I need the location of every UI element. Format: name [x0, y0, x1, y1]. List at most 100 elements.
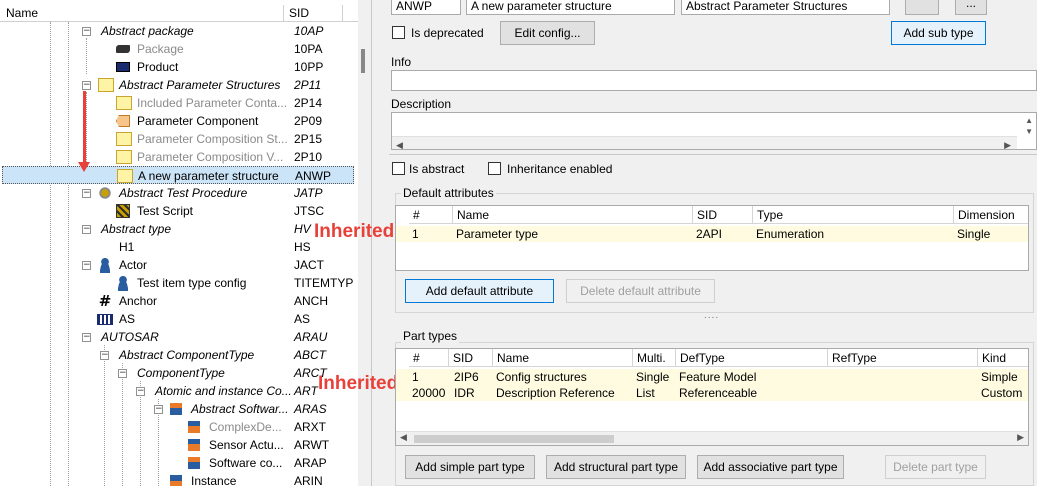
type-tree[interactable]: Name SID − Abstract package 10AP Package…	[0, 0, 372, 486]
tree-row-sid: 2P10	[294, 150, 323, 164]
tree-row[interactable]: # Anchor ANCH	[0, 292, 356, 310]
tree-row[interactable]: − Actor JACT	[0, 256, 356, 274]
add-associative-part-type-button[interactable]: Add associative part type	[697, 455, 844, 479]
tree-header-name[interactable]: Name	[6, 6, 38, 20]
is-deprecated-checkbox[interactable]	[392, 26, 405, 39]
tree-scrollbar-thumb[interactable]	[361, 49, 365, 73]
column-header[interactable]: DefType	[676, 349, 828, 367]
annotation-inherited-attributes: Inherited	[314, 221, 395, 242]
tree-row[interactable]: − Abstract ComponentType ABCT	[0, 346, 356, 364]
delete-default-attribute-button[interactable]: Delete default attribute	[566, 279, 715, 303]
tree-row[interactable]: Test item type config TITEMTYP	[0, 274, 356, 292]
software-component-icon	[188, 439, 200, 451]
column-header[interactable]: Dimension	[954, 206, 1028, 224]
tree-row-label: Actor	[119, 258, 148, 272]
scroll-right-icon[interactable]: ▶	[1004, 137, 1011, 149]
column-header[interactable]: Kind	[978, 349, 1028, 367]
tree-row[interactable]: Parameter Composition V... 2P10	[0, 148, 356, 166]
clear-parent-button[interactable]	[905, 0, 939, 15]
cell-sid: IDR	[454, 386, 475, 400]
tree-row-label: Parameter Composition St...	[137, 132, 288, 146]
scroll-right-icon[interactable]: ▶	[1017, 432, 1024, 443]
info-field[interactable]	[391, 70, 1037, 91]
default-attributes-grid[interactable]: # Name SID Type Dimension 1 Parameter ty…	[395, 205, 1029, 271]
is-abstract-checkbox[interactable]	[392, 162, 405, 175]
sid-field[interactable]: ANWP	[391, 0, 461, 15]
column-header[interactable]: SID	[693, 206, 753, 224]
parent-type-field[interactable]: Abstract Parameter Structures	[681, 0, 890, 15]
tree-row-label: Included Parameter Conta...	[137, 96, 288, 110]
tree-row[interactable]: Software co... ARAP	[0, 454, 356, 472]
tree-row[interactable]: AS AS	[0, 310, 356, 328]
column-header[interactable]: SID	[449, 349, 493, 367]
tree-row[interactable]: ComplexDe... ARXT	[0, 418, 356, 436]
part-types-grid[interactable]: # SID Name Multi. DefType RefType Kind 1…	[395, 348, 1029, 446]
inheritance-enabled-checkbox[interactable]	[488, 162, 501, 175]
tree-row[interactable]: Package 10PA	[0, 40, 356, 58]
delete-part-type-button[interactable]: Delete part type	[885, 455, 986, 479]
tree-row[interactable]: − ComponentType ARCT	[0, 364, 356, 382]
tree-row[interactable]: Product 10PP	[0, 58, 356, 76]
add-sub-type-button[interactable]: Add sub type	[891, 21, 986, 45]
description-label: Description	[391, 97, 452, 111]
scroll-down-icon[interactable]: ▼	[1025, 124, 1033, 140]
tree-row[interactable]: − Atomic and instance Co... ART	[0, 382, 356, 400]
tree-scrollbar[interactable]	[358, 0, 371, 486]
name-field[interactable]: A new parameter structure	[466, 0, 675, 15]
annotation-arrowhead	[78, 162, 90, 172]
tree-row[interactable]: − Abstract package 10AP	[0, 22, 356, 40]
gear-icon	[98, 186, 112, 200]
tree-row-selected[interactable]: A new parameter structure ANWP	[2, 166, 354, 184]
browse-parent-button[interactable]: ...	[955, 0, 987, 15]
tree-row-label: Sensor Actu...	[209, 438, 284, 452]
cell-num: 1	[412, 227, 419, 241]
column-header[interactable]: #	[409, 349, 449, 367]
column-header[interactable]: RefType	[828, 349, 978, 367]
table-row[interactable]: 1 2IP6 Config structures Single Feature …	[396, 369, 1028, 385]
column-header[interactable]: Multi.	[633, 349, 676, 367]
is-abstract-label: Is abstract	[409, 162, 465, 176]
inheritance-enabled-label: Inheritance enabled	[507, 162, 613, 176]
tree-row-sid: HS	[294, 240, 311, 254]
column-header[interactable]: Type	[753, 206, 954, 224]
tree-row-sid: HV	[294, 222, 311, 236]
scrollbar-thumb[interactable]	[414, 435, 614, 443]
tree-row-sid: JACT	[294, 258, 324, 272]
part-types-hscrollbar[interactable]: ◀ ▶	[396, 431, 1028, 445]
tree-row[interactable]: Parameter Component 2P09	[0, 112, 356, 130]
tree-row-label: Parameter Composition V...	[137, 150, 284, 164]
tree-row[interactable]: − Abstract Parameter Structures 2P11	[0, 76, 356, 94]
tree-row[interactable]: − Abstract Softwar... ARAS	[0, 400, 356, 418]
tree-row[interactable]: Parameter Composition St... 2P15	[0, 130, 356, 148]
table-row[interactable]: 1 Parameter type 2API Enumeration Single	[396, 226, 1028, 242]
tree-row-sid: ARAU	[294, 330, 328, 344]
software-component-icon	[188, 457, 200, 469]
folder-icon	[98, 78, 114, 92]
tree-row[interactable]: Included Parameter Conta... 2P14	[0, 94, 356, 112]
tree-row[interactable]: Test Script JTSC	[0, 202, 356, 220]
edit-config-button[interactable]: Edit config...	[500, 21, 595, 45]
scroll-left-icon[interactable]: ◀	[396, 137, 403, 149]
tree-row[interactable]: − Abstract Test Procedure JATP	[0, 184, 356, 202]
tree-row-label: Anchor	[119, 294, 158, 308]
description-field[interactable]: ◀ ▶ ▲ ▼	[391, 112, 1037, 150]
tree-row[interactable]: − Abstract type HV	[0, 220, 356, 238]
tree-row[interactable]: − AUTOSAR ARAU	[0, 328, 356, 346]
add-default-attribute-button[interactable]: Add default attribute	[405, 279, 554, 303]
tree-row[interactable]: H1 HS	[0, 238, 356, 256]
add-simple-part-type-button[interactable]: Add simple part type	[405, 455, 535, 479]
description-hscrollbar[interactable]: ◀ ▶	[392, 136, 1017, 149]
tree-row-label: Test item type config	[137, 276, 247, 290]
tree-row[interactable]: Instance ARIN	[0, 472, 356, 486]
table-row[interactable]: 20000 IDR Description Reference List Ref…	[396, 385, 1028, 401]
splitter-grip[interactable]: ....	[704, 310, 719, 321]
info-label: Info	[391, 55, 412, 69]
column-header[interactable]: Name	[493, 349, 633, 367]
scroll-left-icon[interactable]: ◀	[400, 432, 407, 443]
add-structural-part-type-button[interactable]: Add structural part type	[546, 455, 686, 479]
tree-row-sid: 2P14	[294, 96, 323, 110]
tree-row[interactable]: Sensor Actu... ARWT	[0, 436, 356, 454]
tree-header-sid[interactable]: SID	[289, 6, 309, 20]
column-header[interactable]: #	[409, 206, 453, 224]
column-header[interactable]: Name	[453, 206, 693, 224]
